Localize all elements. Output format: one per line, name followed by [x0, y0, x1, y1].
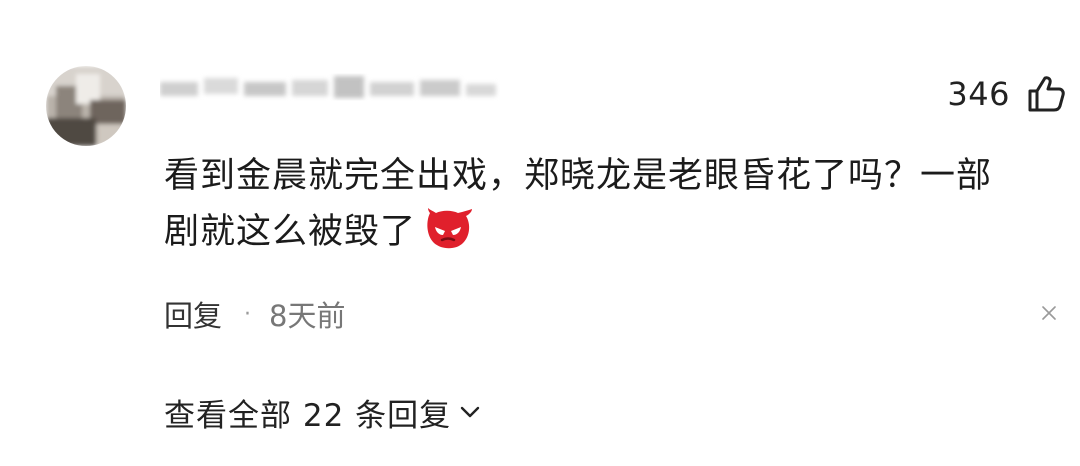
- timestamp: 8天前: [269, 299, 346, 333]
- comment-text: 看到金晨就完全出戏，郑晓龙是老眼昏花了吗？一部 剧就这么被毁了: [164, 148, 1064, 260]
- like-count: 346: [947, 75, 1010, 113]
- thumbs-up-icon[interactable]: [1026, 74, 1066, 114]
- comment-text-line-1: 看到金晨就完全出戏，郑晓龙是老眼昏花了吗？一部: [164, 156, 993, 196]
- view-all-replies-button[interactable]: 查看全部 22 条回复: [164, 386, 481, 438]
- comment-text-line-2: 剧就这么被毁了: [164, 204, 1064, 260]
- view-replies-label: 查看全部 22 条回复: [164, 397, 452, 434]
- comment-meta: 回复 · 8天前: [164, 292, 345, 336]
- reply-button[interactable]: 回复: [164, 293, 222, 335]
- separator-dot: ·: [244, 301, 252, 327]
- close-icon[interactable]: [1042, 306, 1056, 320]
- angry-red-face-emoji-icon: [427, 208, 473, 249]
- chevron-down-icon: [460, 406, 480, 418]
- username-blurred[interactable]: [160, 72, 500, 104]
- like-area[interactable]: 346: [947, 72, 1066, 116]
- comment-card: 346 看到金晨就完全出戏，郑晓龙是老眼昏花了吗？一部 剧就这么被毁了 回复 ·…: [0, 0, 1080, 466]
- comment-text-line-2-text: 剧就这么被毁了: [164, 212, 417, 252]
- avatar[interactable]: [46, 66, 126, 146]
